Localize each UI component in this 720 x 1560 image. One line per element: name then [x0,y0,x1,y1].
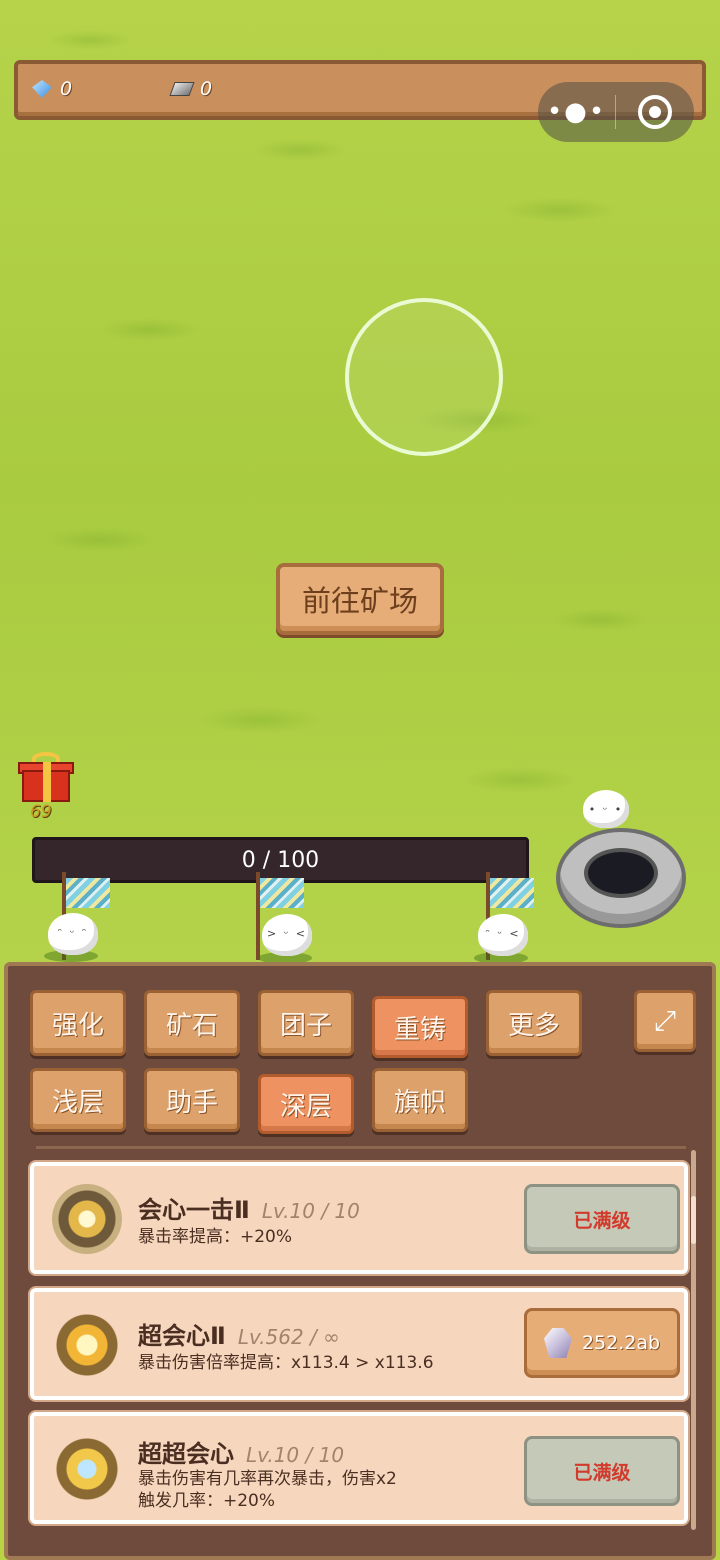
super-super-crit-skill-icon [52,1434,122,1504]
tab-reforge[interactable]: 重铸 [372,996,468,1058]
bottom-panel: 强化 矿石 团子 重铸 更多 ⤢ 浅层 助手 深层 旗帜 会心一击Ⅱ Lv.10 … [4,962,716,1560]
skill-desc: 暴击伤害有几率再次暴击，伤害x2 [138,1469,397,1489]
skill-name: 超超会心 [138,1440,234,1468]
flag-cloth [260,878,304,908]
upgrade-button[interactable]: 252.2ab [524,1308,680,1378]
ingot-icon [169,82,195,96]
panel-divider [36,1146,686,1149]
skill-level: Lv.10 / 10 [246,1443,345,1467]
more-dots-icon[interactable]: •●• [538,99,615,125]
super-crit-skill-icon [52,1310,122,1380]
dango-character[interactable]: ᵔ ᵕ < [478,914,528,956]
gem-counter: 0 [32,78,72,100]
gift-count: 69 [30,802,52,822]
close-miniapp-button[interactable] [616,95,693,129]
tab-flag[interactable]: 旗帜 [372,1068,468,1132]
dango-face: ᵔ ᵕ < [485,927,521,940]
ingot-counter: 0 [169,78,213,100]
skill-desc: 暴击率提高：+20% [138,1227,293,1247]
skill-title: 超会心Ⅱ Lv.562 / ∞ [138,1316,340,1351]
dango-face: ᵔ ᵕ ᵔ [57,926,89,939]
skill-card-super-super-crit: 超超会心 Lv.10 / 10 暴击伤害有几率再次暴击，伤害x2 触发几率：+20… [30,1412,688,1524]
goto-mine-button[interactable]: 前往矿场 [276,563,444,635]
tab-deep[interactable]: 深层 [258,1074,354,1134]
expand-button[interactable]: ⤢ [634,990,696,1052]
crystal-icon [543,1328,572,1358]
gem-icon [32,80,52,98]
flag-cloth [66,878,110,908]
miniapp-capsule: •●• [538,82,694,142]
tap-target-circle[interactable] [345,298,503,456]
skill-title: 超超会心 Lv.10 / 10 [138,1434,344,1469]
flag-cloth [490,878,534,908]
skill-name: 会心一击Ⅱ [138,1196,250,1224]
gem-count: 0 [60,78,73,100]
skill-card-crit: 会心一击Ⅱ Lv.10 / 10 暴击率提高：+20% 已满级 [30,1162,688,1274]
skill-desc-chance: 触发几率：+20% [138,1491,276,1511]
skill-title: 会心一击Ⅱ Lv.10 / 10 [138,1190,360,1225]
scrollbar-thumb[interactable] [691,1196,696,1244]
tab-ore[interactable]: 矿石 [144,990,240,1056]
skill-desc: 暴击伤害倍率提高：x113.4 > x113.6 [138,1353,434,1373]
dango-face: > ᵕ < [267,927,307,940]
skill-name: 超会心Ⅱ [138,1322,226,1350]
ingot-count: 0 [200,78,213,100]
crit-skill-icon [52,1184,122,1254]
tab-dango[interactable]: 团子 [258,990,354,1056]
dango-character[interactable]: ᵔ ᵕ ᵔ [48,913,98,955]
gift-box-icon[interactable] [18,752,74,802]
skill-level: Lv.562 / ∞ [237,1325,340,1349]
tab-enhance[interactable]: 强化 [30,990,126,1056]
maxed-button[interactable]: 已满级 [524,1184,680,1254]
expand-icon: ⤢ [653,1004,677,1037]
maxed-button[interactable]: 已满级 [524,1436,680,1506]
well-hole [584,848,658,898]
upgrade-cost: 252.2ab [581,1332,661,1354]
gift-ribbon [43,762,51,802]
tab-shallow[interactable]: 浅层 [30,1068,126,1132]
dango-character[interactable]: > ᵕ < [262,914,312,956]
skill-level: Lv.10 / 10 [261,1199,360,1223]
tab-assistant[interactable]: 助手 [144,1068,240,1132]
tab-more[interactable]: 更多 [486,990,582,1056]
dango-character[interactable]: • ᵕ • [583,790,629,828]
skill-card-super-crit: 超会心Ⅱ Lv.562 / ∞ 暴击伤害倍率提高：x113.4 > x113.6 … [30,1288,688,1400]
target-icon [637,95,672,129]
stone-well[interactable] [556,820,686,930]
dango-face: • ᵕ • [588,803,624,816]
